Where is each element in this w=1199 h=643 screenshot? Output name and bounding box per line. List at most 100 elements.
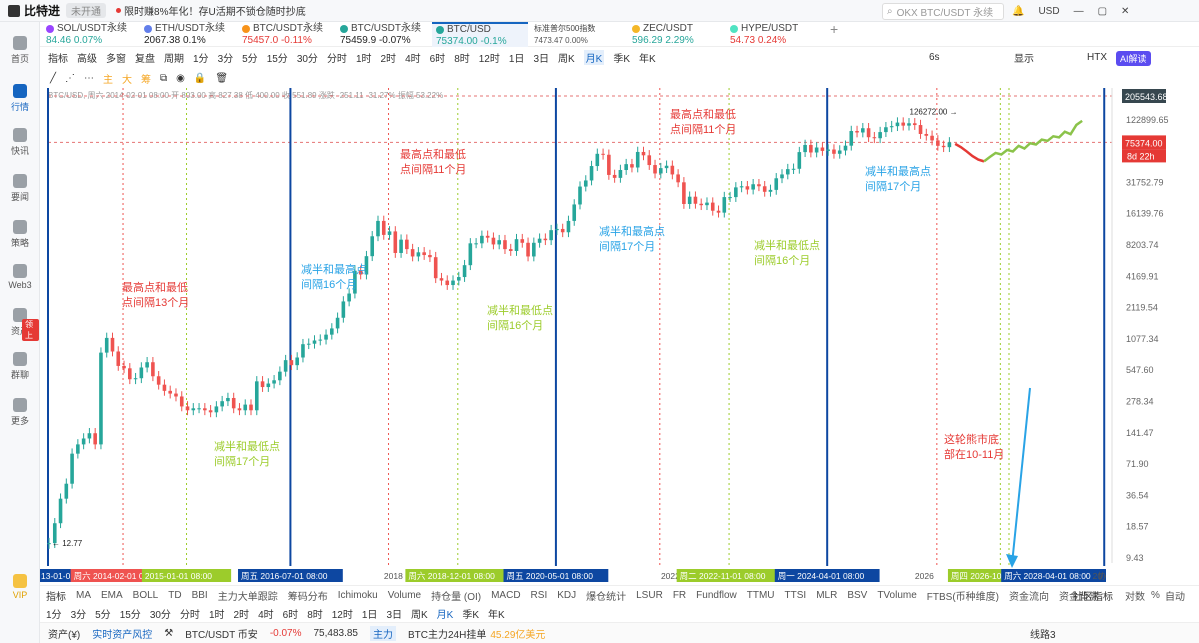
- tf-2h[interactable]: 2时: [381, 50, 397, 65]
- tf-30m[interactable]: 30分: [297, 50, 318, 65]
- show-button[interactable]: 显示: [1014, 50, 1034, 65]
- ind-bbi[interactable]: BBI: [192, 590, 208, 601]
- ind-ema[interactable]: EMA: [101, 590, 123, 601]
- ticker-item[interactable]: 标准普尔500指数 7473.47 0.00%: [534, 23, 595, 47]
- btm-tf-year[interactable]: 年K: [488, 606, 505, 621]
- log-scale-toggle[interactable]: 对数: [1125, 588, 1145, 603]
- tf-1d[interactable]: 1日: [509, 50, 525, 65]
- tf-4h[interactable]: 4时: [405, 50, 421, 65]
- community-indicator[interactable]: 社区指标: [1073, 588, 1113, 603]
- tf-1m[interactable]: 1分: [193, 50, 209, 65]
- exchange-select[interactable]: HTX: [1087, 52, 1107, 63]
- risk-control-link[interactable]: 实时资产风控: [92, 626, 152, 641]
- ticker-item[interactable]: HYPE/USDT 54.73 0.24%: [730, 23, 798, 47]
- sidebar-item-more[interactable]: 更多: [0, 398, 40, 427]
- btm-tf-15m[interactable]: 15分: [120, 606, 141, 621]
- btm-tf-quarter[interactable]: 季K: [462, 606, 479, 621]
- btm-tf-8h[interactable]: 8时: [307, 606, 323, 621]
- sidebar-item-web3[interactable]: Web3: [0, 264, 40, 290]
- ind-bigorder[interactable]: 主力大单跟踪: [218, 588, 278, 603]
- sidebar-item-strategy[interactable]: 策略: [0, 220, 40, 249]
- sidebar-item-news[interactable]: 快讯: [0, 128, 40, 157]
- btm-tf-2h[interactable]: 2时: [234, 606, 250, 621]
- ticker-item-active[interactable]: BTC/USD 75374.00 -0.1%: [432, 22, 528, 47]
- search-input[interactable]: ⌕ OKX BTC/USDT 永续: [882, 3, 1004, 20]
- ind-chips[interactable]: 筹码分布: [288, 588, 328, 603]
- advanced-button[interactable]: 高级: [77, 50, 97, 65]
- tf-12h[interactable]: 12时: [479, 50, 500, 65]
- ticker-item[interactable]: ZEC/USDT 596.29 2.29%: [632, 23, 694, 47]
- ind-macd[interactable]: MACD: [491, 590, 520, 601]
- sidebar-item-headlines[interactable]: 要闻: [0, 174, 40, 203]
- bell-icon[interactable]: 🔔: [1012, 6, 1024, 17]
- close-icon[interactable]: ✕: [1121, 6, 1129, 17]
- maximize-icon[interactable]: ▢: [1098, 6, 1107, 17]
- tf-5m[interactable]: 5分: [242, 50, 258, 65]
- ind-td[interactable]: TD: [168, 590, 181, 601]
- minimize-icon[interactable]: —: [1074, 6, 1084, 17]
- sidebar-item-vip[interactable]: VIP: [0, 574, 40, 600]
- refresh-interval[interactable]: 6s: [929, 52, 940, 63]
- ai-interpret-button[interactable]: AI解读: [1116, 51, 1151, 66]
- currency-select[interactable]: USD: [1038, 6, 1059, 17]
- ind-ttmu[interactable]: TTMU: [747, 590, 775, 601]
- btm-tf-1mo[interactable]: 月K: [437, 606, 454, 621]
- lock-icon[interactable]: 🔒: [194, 73, 206, 84]
- btm-tf-4h[interactable]: 4时: [258, 606, 274, 621]
- promo-banner[interactable]: 限时赚8%年化！存U活期不锁仓随时抄底: [116, 3, 306, 18]
- ticker-item[interactable]: SOL/USDT永续 84.46 0.07%: [46, 23, 127, 47]
- btm-tf-1w[interactable]: 周K: [411, 606, 428, 621]
- wrench-icon[interactable]: ⚒: [164, 628, 173, 639]
- ind-ma[interactable]: MA: [76, 590, 91, 601]
- btm-tf-6h[interactable]: 6时: [283, 606, 299, 621]
- ind-ftbs[interactable]: FTBS(币种维度): [927, 588, 999, 603]
- status-pair[interactable]: BTC/USDT 币安: [185, 626, 258, 641]
- sidebar-item-home[interactable]: 首页: [0, 36, 40, 65]
- ticker-item[interactable]: ETH/USDT永续 2067.38 0.1%: [144, 23, 225, 47]
- ind-ichimoku[interactable]: Ichimoku: [338, 590, 378, 601]
- tf-3d[interactable]: 3日: [533, 50, 549, 65]
- ind-ttsi[interactable]: TTSI: [785, 590, 807, 601]
- btm-tf-5m[interactable]: 5分: [95, 606, 111, 621]
- btm-tf-1h[interactable]: 1时: [209, 606, 225, 621]
- btm-tf-timeshare[interactable]: 分时: [180, 606, 200, 621]
- ind-mlr[interactable]: MLR: [816, 590, 837, 601]
- main-button[interactable]: 主: [103, 71, 113, 86]
- copy-icon[interactable]: ⧉: [160, 73, 167, 84]
- add-ticker-icon[interactable]: +: [830, 22, 838, 36]
- percent-toggle[interactable]: %: [1151, 590, 1160, 601]
- tf-year[interactable]: 年K: [639, 50, 656, 65]
- btm-tf-30m[interactable]: 30分: [150, 606, 171, 621]
- app-logo[interactable]: 比特进: [8, 2, 60, 19]
- btm-tf-1m[interactable]: 1分: [46, 606, 62, 621]
- indicator-button[interactable]: 指标: [48, 50, 68, 65]
- ray-tool-icon[interactable]: ⋰: [65, 73, 75, 84]
- multi-window-button[interactable]: 多窗: [106, 50, 126, 65]
- more-tools-icon[interactable]: ⋯: [84, 73, 94, 84]
- price-chart[interactable]: BTC/USD, 周六 2014-02-01 08:00 开 803.00 高 …: [40, 88, 1199, 585]
- ind-lsur[interactable]: LSUR: [636, 590, 663, 601]
- btm-tf-3d[interactable]: 3日: [386, 606, 402, 621]
- sidebar-item-market[interactable]: 行情: [0, 84, 40, 113]
- tf-8h[interactable]: 8时: [454, 50, 470, 65]
- ind-kdj[interactable]: KDJ: [557, 590, 576, 601]
- ticker-item[interactable]: BTC/USDT永续 75457.0 -0.11%: [242, 23, 323, 47]
- line-tool-icon[interactable]: ╱: [50, 73, 56, 84]
- ind-oi[interactable]: 持仓量 (OI): [431, 588, 481, 603]
- tf-1w[interactable]: 周K: [558, 50, 575, 65]
- ind-volume[interactable]: Volume: [388, 590, 421, 601]
- tf-1h[interactable]: 1时: [356, 50, 372, 65]
- period-button[interactable]: 周期: [164, 50, 184, 65]
- tf-3m[interactable]: 3分: [218, 50, 234, 65]
- assets-label[interactable]: 资产(¥): [48, 626, 80, 641]
- btm-tf-3m[interactable]: 3分: [71, 606, 87, 621]
- big-button[interactable]: 大: [122, 71, 132, 86]
- chips-button[interactable]: 筹: [141, 71, 151, 86]
- tf-timeshare[interactable]: 分时: [327, 50, 347, 65]
- ind-capflow[interactable]: 资金流向: [1009, 588, 1049, 603]
- tf-6h[interactable]: 6时: [430, 50, 446, 65]
- ticker-item[interactable]: BTC/USDT永续 75459.9 -0.07%: [340, 23, 421, 47]
- sidebar-item-chat[interactable]: 群聊: [0, 352, 40, 381]
- ind-liq[interactable]: 爆仓统计: [586, 588, 626, 603]
- ind-rsi[interactable]: RSI: [531, 590, 548, 601]
